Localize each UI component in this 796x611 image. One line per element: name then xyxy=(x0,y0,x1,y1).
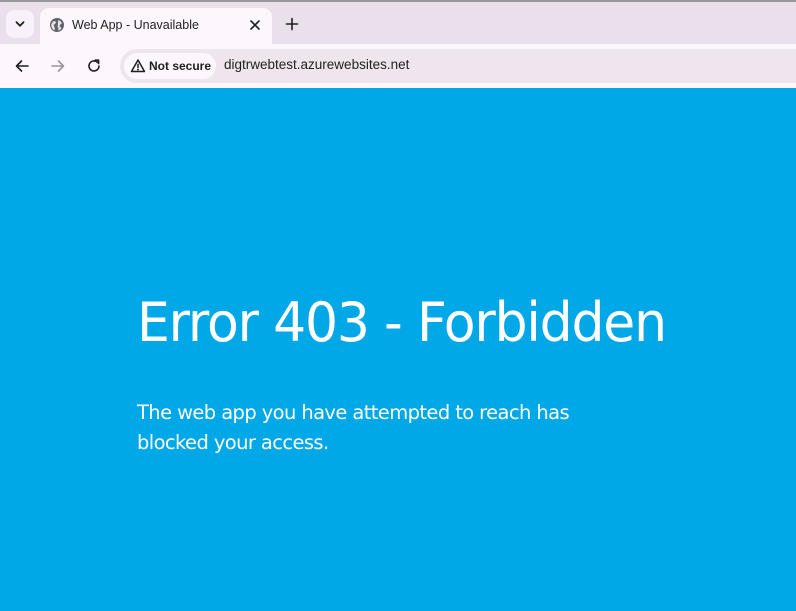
reload-icon xyxy=(88,59,100,72)
chevron-down-icon xyxy=(15,21,25,27)
address-bar[interactable]: Not secure digtrwebtest.azurewebsites.ne… xyxy=(120,49,796,83)
tab-active[interactable]: Web App - Unavailable xyxy=(40,8,272,44)
browser-toolbar: Not secure digtrwebtest.azurewebsites.ne… xyxy=(0,44,796,90)
tab-close-button[interactable] xyxy=(246,16,264,34)
reload-button[interactable] xyxy=(84,56,104,76)
browser-chrome: Web App - Unavailable Not secure digtrwe… xyxy=(0,0,796,90)
globe-icon xyxy=(50,18,64,32)
forward-button[interactable] xyxy=(48,56,68,76)
url-text[interactable]: digtrwebtest.azurewebsites.net xyxy=(224,57,409,72)
close-icon xyxy=(250,20,260,30)
tab-strip: Web App - Unavailable xyxy=(0,4,796,44)
tab-title: Web App - Unavailable xyxy=(72,18,199,32)
error-title: Error 403 - Forbidden xyxy=(137,291,667,355)
back-button[interactable] xyxy=(12,56,32,76)
warning-triangle-icon xyxy=(130,59,146,73)
new-tab-button[interactable] xyxy=(282,14,302,34)
error-message: The web app you have attempted to reach … xyxy=(137,401,570,454)
tab-search-button[interactable] xyxy=(6,10,34,38)
arrow-left-icon xyxy=(15,60,29,72)
plus-icon xyxy=(285,17,299,31)
page-content: Error 403 - Forbidden The web app you ha… xyxy=(0,88,796,611)
not-secure-label: Not secure xyxy=(149,59,212,73)
arrow-right-icon xyxy=(51,60,65,72)
security-indicator[interactable]: Not secure xyxy=(124,53,216,79)
